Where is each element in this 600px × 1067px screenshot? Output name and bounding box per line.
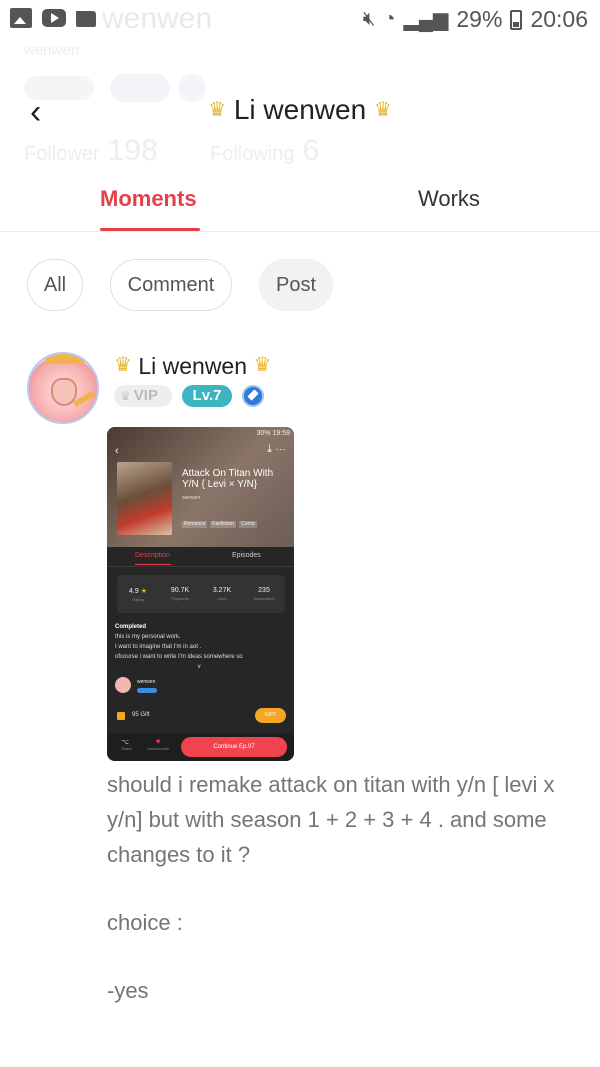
shot-tab-description: Description <box>135 552 171 559</box>
crown-icon: ♛ <box>208 99 227 121</box>
filter-chips: All Comment Post <box>27 259 333 311</box>
shot-gift-icon <box>117 712 125 720</box>
shot-tab-underline <box>135 564 171 565</box>
share-icon: ⌥ <box>121 739 130 746</box>
status-right: 🔇︎ ◔ ▂▄▆ 29% 20:06 <box>363 6 588 33</box>
youtube-icon <box>42 9 66 27</box>
shot-stat: 90.7K Popularity <box>159 575 201 613</box>
avatar-tag <box>45 354 85 364</box>
shot-gift-button: GIFT <box>255 708 286 723</box>
vip-badge: ♛ VIP <box>114 385 172 407</box>
shot-gift-count: 95 Gift <box>132 712 150 718</box>
post-image[interactable]: 30% 19:59 ‹ ⤓ ⋯ Attack On Titan With Y/N… <box>107 427 294 761</box>
shot-share: ⌥ Share <box>121 738 132 751</box>
shot-tab-episodes: Episodes <box>232 552 261 559</box>
post-text: should i remake attack on titan with y/n… <box>107 767 577 1008</box>
shot-title: Attack On Titan With Y/N { Levi × Y/N} <box>182 468 274 490</box>
tab-bar: Moments Works <box>0 172 600 232</box>
filter-all[interactable]: All <box>27 259 83 311</box>
shot-reader-name: wenwen <box>137 679 156 685</box>
shot-tag: Comic <box>239 521 258 528</box>
post-text-gap <box>107 940 577 973</box>
shot-avatar <box>115 677 131 693</box>
shot-more-icon: ⤓ ⋯ <box>267 443 286 455</box>
ghost-profile-sub: wenwen <box>24 42 80 59</box>
post-text-line: -yes <box>107 978 149 1003</box>
level-badge: Lv.7 <box>182 385 232 407</box>
mute-icon: 🔇︎ <box>362 8 376 30</box>
shot-unsubscribe: ♥ Unsubscribe <box>147 737 169 751</box>
avatar[interactable] <box>27 352 99 424</box>
post-author-name: Li wenwen <box>138 353 248 379</box>
shot-back-icon: ‹ <box>115 445 119 457</box>
wifi-icon: ◔ <box>383 8 396 30</box>
shot-description: Completed this is my personal work. I wa… <box>115 622 291 662</box>
gallery-icon <box>10 8 32 28</box>
tab-works[interactable]: Works <box>418 186 480 212</box>
shot-desc-line: this is my personal work. <box>115 634 181 640</box>
vip-label: VIP <box>133 387 158 404</box>
shot-reader-badge <box>137 688 157 693</box>
shot-continue-button: Continue Ep.97 <box>181 737 287 757</box>
shot-tabs: Description Episodes <box>107 547 294 567</box>
post-author[interactable]: ♛ Li wenwen ♛ <box>114 352 271 380</box>
shot-stat-value: 3.27K <box>212 587 232 594</box>
top-bar: ‹ ♛ Li wenwen ♛ <box>0 82 600 142</box>
battery-percent: 29% <box>456 6 503 32</box>
shot-stat-label: Subscribers <box>253 596 275 601</box>
tab-moments[interactable]: Moments <box>100 186 197 212</box>
page-title: ♛ Li wenwen ♛ <box>0 94 600 126</box>
crown-icon: ♛ <box>373 99 392 121</box>
shot-stat-value: 90.7K <box>170 587 190 594</box>
shot-cover <box>117 462 172 535</box>
crown-icon: ♛ <box>114 354 132 376</box>
shot-unsubscribe-label: Unsubscribe <box>147 746 170 751</box>
shot-bottom-bar: ⌥ Share ♥ Unsubscribe Continue Ep.97 <box>107 733 294 761</box>
shot-desc-line: ofcourse i want to write I'm ideas somew… <box>115 654 243 660</box>
shot-desc-line: I want to imagine that I'm in aot . <box>115 644 202 650</box>
medal-icon <box>242 385 264 407</box>
shot-tags: Romance Fanfiction Comic <box>182 521 258 528</box>
battery-icon <box>510 9 523 30</box>
signal-icon: ▂▄▆ <box>403 9 449 31</box>
shot-stats: 4.9 ★ Rating 90.7K Popularity 3.27K Likes 2… <box>117 575 285 613</box>
shot-share-label: Share <box>121 746 132 751</box>
status-bar: 🔇︎ ◔ ▂▄▆ 29% 20:06 <box>0 0 600 40</box>
shot-stat-label: Rating <box>132 597 144 602</box>
shot-tag: Fanfiction <box>210 521 237 528</box>
shot-stat-label: Popularity <box>171 596 189 601</box>
page-title-text: Li wenwen <box>233 94 367 125</box>
ghost-followers-label: Follower <box>24 143 100 165</box>
shot-desc-heading: Completed <box>115 624 147 630</box>
tab-moments-underline <box>100 228 200 231</box>
shot-stat: 3.27K Likes <box>201 575 243 613</box>
post-text-gap <box>107 872 577 905</box>
shot-stat-value: 4.9 <box>129 588 139 595</box>
shot-stat-value: 235 <box>258 587 270 594</box>
folder-icon <box>76 11 96 27</box>
status-left <box>10 8 96 28</box>
shot-status: 30% 19:59 <box>256 430 290 437</box>
shot-author: wenwen <box>182 495 201 501</box>
vip-crown-icon: ♛ <box>120 389 131 403</box>
filter-post[interactable]: Post <box>259 259 333 311</box>
shot-stat: 4.9 ★ Rating <box>117 575 159 613</box>
author-badges: ♛ VIP Lv.7 <box>114 385 264 407</box>
clock: 20:06 <box>530 6 588 32</box>
post-text-line: should i remake attack on titan with y/n… <box>107 772 555 867</box>
shot-tag: Romance <box>182 521 208 528</box>
crown-icon: ♛ <box>253 354 272 376</box>
filter-comment[interactable]: Comment <box>110 259 232 311</box>
shot-stat-label: Likes <box>217 596 227 601</box>
post-text-line: choice : <box>107 910 183 935</box>
shot-stat: 235 Subscribers <box>243 575 285 613</box>
shot-chevron-down-icon: ∨ <box>197 664 202 670</box>
heart-icon: ♥ <box>155 737 161 746</box>
ghost-following-label: Following <box>210 143 295 165</box>
star-icon: ★ <box>140 588 147 595</box>
